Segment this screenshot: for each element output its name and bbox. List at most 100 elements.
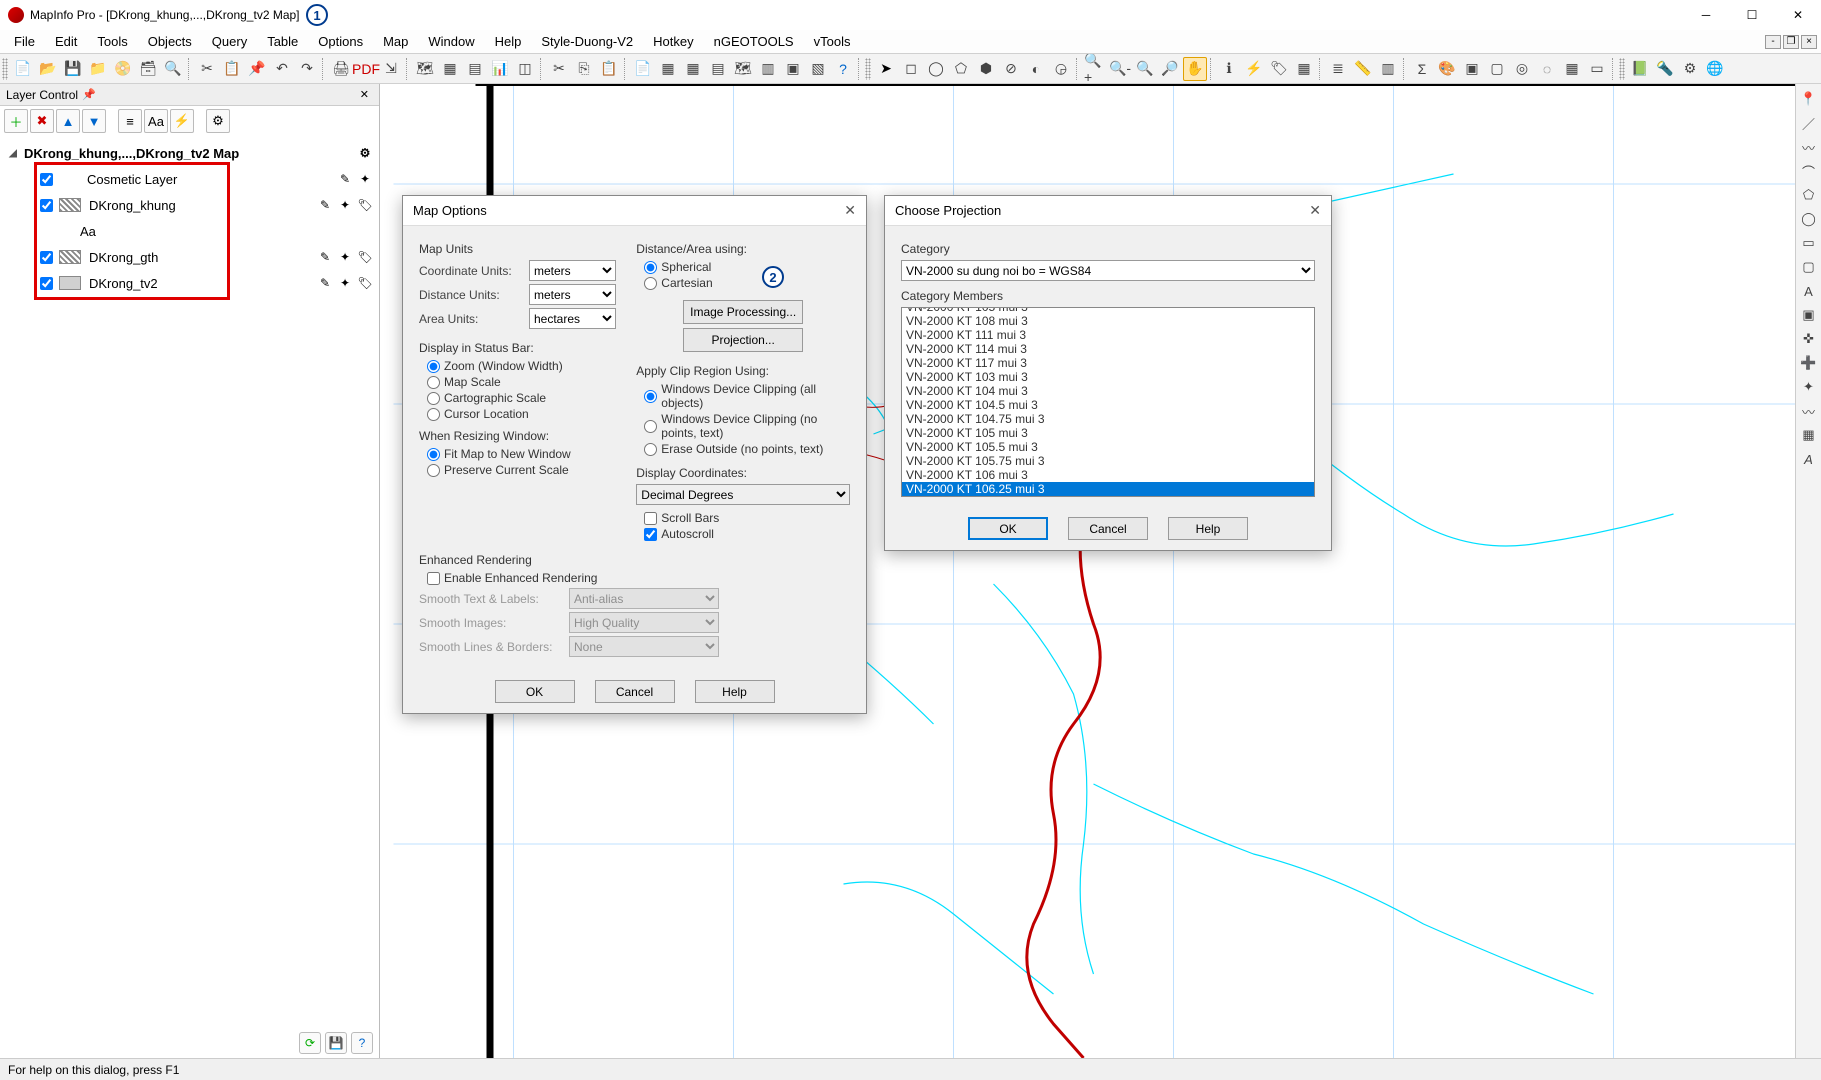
panel-close-icon[interactable]: ✕ [356, 88, 373, 101]
undo-icon[interactable]: ↶ [270, 57, 294, 81]
boundary-select-icon[interactable]: ⬢ [974, 57, 998, 81]
projection-list[interactable]: VN-2000 KT 102 mui 3VN-2000 KT 105 mui 3… [901, 307, 1315, 497]
text-icon[interactable]: A [1798, 280, 1820, 302]
menu-hotkey[interactable]: Hotkey [643, 31, 703, 52]
layer-misc-button[interactable]: ⚙ [206, 109, 230, 133]
clip-on-icon[interactable]: ▢ [1485, 57, 1509, 81]
save-icon[interactable]: 💾 [61, 57, 85, 81]
label-icon[interactable]: 🏷 [357, 197, 373, 213]
custom1-icon[interactable]: 📗 [1628, 57, 1652, 81]
frame-icon[interactable]: ▣ [1798, 304, 1820, 326]
editable-icon[interactable]: ✎ [317, 275, 333, 291]
line-icon[interactable]: ／ [1798, 112, 1820, 134]
unselect-icon[interactable]: ⊘ [999, 57, 1023, 81]
tile-icon[interactable]: ▣ [781, 57, 805, 81]
open-file-icon[interactable]: 📂 [36, 57, 60, 81]
new-doc-icon[interactable]: 📄 [631, 57, 655, 81]
save-workspace-icon[interactable]: 💾 [325, 1032, 347, 1054]
editable-icon[interactable]: ✎ [317, 249, 333, 265]
sql-icon[interactable]: 🔍 [161, 57, 185, 81]
region-style-icon[interactable]: ▦ [1798, 424, 1820, 446]
cut-icon[interactable]: ✂ [195, 57, 219, 81]
reshape-icon[interactable]: ✜ [1798, 328, 1820, 350]
auto-label-button[interactable]: Aa [144, 109, 168, 133]
refresh-icon[interactable]: ⟳ [299, 1032, 321, 1054]
new-file-icon[interactable]: 📄 [11, 57, 35, 81]
custom2-icon[interactable]: 🔦 [1653, 57, 1677, 81]
projection-item[interactable]: VN-2000 KT 108 mui 3 [902, 314, 1314, 328]
menu-map[interactable]: Map [373, 31, 418, 52]
symbol-style-icon[interactable]: ✦ [1798, 376, 1820, 398]
symbol-icon[interactable]: 📍 [1798, 88, 1820, 110]
projection-item[interactable]: VN-2000 KT 117 mui 3 [902, 356, 1314, 370]
image-processing-button[interactable]: Image Processing... [683, 300, 803, 324]
menu-options[interactable]: Options [308, 31, 373, 52]
label-icon[interactable]: 🏷 [357, 249, 373, 265]
workspace-save-icon[interactable]: 📀 [111, 57, 135, 81]
addnode-icon[interactable]: ➕ [1798, 352, 1820, 374]
move-down-button[interactable]: ▼ [82, 109, 106, 133]
theme-icon[interactable]: 🎨 [1435, 57, 1459, 81]
clip-radio-nopoints[interactable]: Windows Device Clipping (no points, text… [644, 412, 850, 440]
copy2-icon[interactable]: ⎘ [572, 57, 596, 81]
zoom-out-icon[interactable]: 🔍- [1108, 57, 1132, 81]
marquee-select-icon[interactable]: ◻ [899, 57, 923, 81]
enh-render-checkbox[interactable] [427, 572, 440, 585]
mdi-restore-icon[interactable]: ❐ [1783, 35, 1799, 49]
help-icon[interactable]: ? [831, 57, 855, 81]
projection-button[interactable]: Projection... [683, 328, 803, 352]
projection-item[interactable]: VN-2000 KT 106 mui 3 [902, 468, 1314, 482]
label-icon[interactable]: 🏷 [1267, 57, 1291, 81]
style-icon[interactable]: ✦ [337, 197, 353, 213]
set-target-icon[interactable]: ◎ [1510, 57, 1534, 81]
help-button[interactable]: Help [1168, 517, 1248, 540]
style-icon[interactable]: ✦ [357, 171, 373, 187]
paste2-icon[interactable]: 📋 [597, 57, 621, 81]
projection-item[interactable]: VN-2000 KT 104 mui 3 [902, 384, 1314, 398]
roundrect-icon[interactable]: ▢ [1798, 256, 1820, 278]
maximize-button[interactable]: ☐ [1729, 0, 1775, 30]
menu-edit[interactable]: Edit [45, 31, 87, 52]
projection-item[interactable]: VN-2000 KT 111 mui 3 [902, 328, 1314, 342]
cut2-icon[interactable]: ✂ [547, 57, 571, 81]
workspace-open-icon[interactable]: 📁 [86, 57, 110, 81]
map2-icon[interactable]: 🗺 [731, 57, 755, 81]
adornment-icon[interactable]: ▦ [1560, 57, 1584, 81]
pan-icon[interactable]: ✋ [1183, 57, 1207, 81]
cascade-icon[interactable]: ▧ [806, 57, 830, 81]
layer-visible-checkbox[interactable] [40, 199, 53, 212]
new-graph-icon[interactable]: 📊 [488, 57, 512, 81]
text-style-icon[interactable]: A [1798, 448, 1820, 470]
radius-select-icon[interactable]: ◯ [924, 57, 948, 81]
custom3-icon[interactable]: ⚙ [1678, 57, 1702, 81]
copy-icon[interactable]: 📋 [220, 57, 244, 81]
new-layout-icon[interactable]: ▤ [463, 57, 487, 81]
ellipse-icon[interactable]: ◯ [1798, 208, 1820, 230]
hotlink-icon[interactable]: ⚡ [1242, 57, 1266, 81]
arrow-icon[interactable]: ➤ [874, 57, 898, 81]
menu-window[interactable]: Window [418, 31, 484, 52]
menu-style-duong[interactable]: Style-Duong-V2 [531, 31, 643, 52]
close-icon[interactable]: ✕ [844, 202, 856, 219]
mdi-close-icon[interactable]: × [1801, 35, 1817, 49]
ok-button[interactable]: OK [495, 680, 575, 703]
menu-tools[interactable]: Tools [87, 31, 137, 52]
pdf-icon[interactable]: PDF [354, 57, 378, 81]
menu-ngeotools[interactable]: nGEOTOOLS [704, 31, 804, 52]
polygon-icon[interactable]: ⬠ [1798, 184, 1820, 206]
remove-layer-button[interactable]: ✖ [30, 109, 54, 133]
map-options-title[interactable]: Map Options ✕ [403, 196, 866, 226]
minimize-button[interactable]: ─ [1683, 0, 1729, 30]
enh-check-row[interactable]: Enable Enhanced Rendering [427, 571, 850, 585]
layer-control-icon[interactable]: ≣ [1326, 57, 1350, 81]
projection-item[interactable]: VN-2000 KT 106.25 mui 3 [902, 482, 1314, 496]
scrollbars-checkbox[interactable] [644, 512, 657, 525]
status-radio-zoom[interactable]: Zoom (Window Width) [427, 359, 616, 373]
label-icon[interactable]: 🏷 [357, 275, 373, 291]
projection-title[interactable]: Choose Projection ✕ [885, 196, 1331, 226]
distance-units-select[interactable]: meters [529, 284, 616, 305]
new-map-icon[interactable]: 🗺 [413, 57, 437, 81]
status-radio-cursor[interactable]: Cursor Location [427, 407, 616, 421]
menu-table[interactable]: Table [257, 31, 308, 52]
layer-row[interactable]: DKrong_gth ✎ ✦ 🏷 [6, 244, 373, 270]
